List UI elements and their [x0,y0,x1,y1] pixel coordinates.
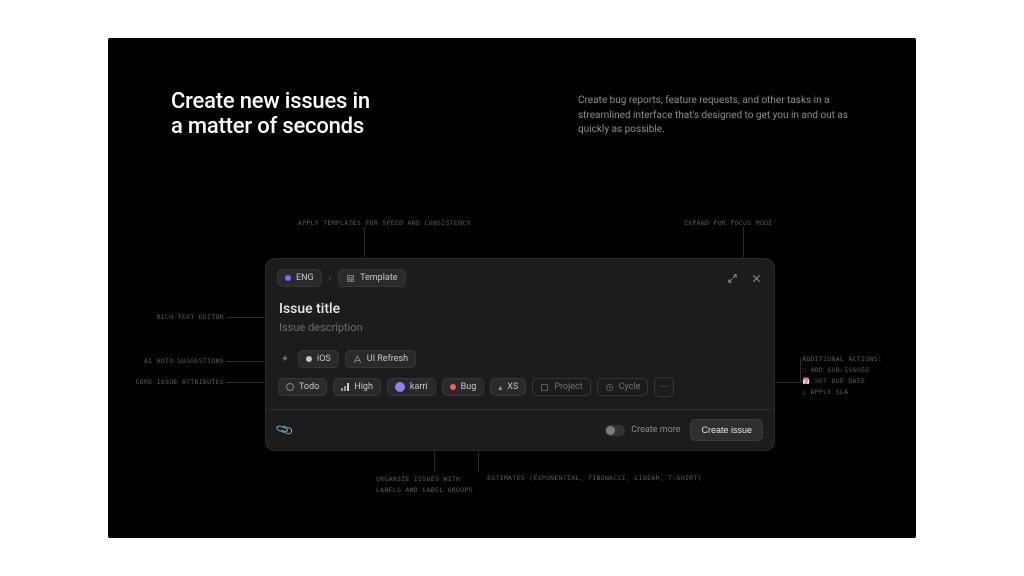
create-more-label: Create more [631,425,680,435]
modal-header: ENG › Template [277,269,763,287]
create-more-toggle[interactable]: Create more [605,425,680,436]
template-icon [346,274,355,283]
priority-chip[interactable]: High [333,378,381,396]
anno-additional-item: 📅 Set due date [802,376,882,387]
anno-templates: Apply templates for speed and consistenc… [298,219,471,227]
team-chip[interactable]: ENG [277,269,322,287]
team-color-dot [285,275,291,281]
suggestion-label: iOS [317,354,331,364]
project-chip[interactable]: Project [532,378,590,396]
cycle-icon [605,383,614,392]
suggestion-label: UI Refresh [367,354,408,364]
modal-footer: 📎 Create more Create issue [266,409,774,450]
anno-additional-title: Additional actions: [802,354,882,365]
suggestion-chip-ui-refresh[interactable]: UI Refresh [345,350,416,368]
template-label: Template [360,273,397,283]
anno-expand: Expand for focus mode [684,219,772,227]
close-icon[interactable] [749,271,763,285]
estimate-icon: ▴ [498,383,502,392]
expand-icon[interactable] [725,271,739,285]
ai-suggestion-row: ✦ iOS UI Refresh [278,350,763,368]
cycle-placeholder: Cycle [619,382,641,392]
page-stage: Create new issues in a matter of seconds… [108,38,916,538]
modal-window-actions [725,271,763,285]
template-chip[interactable]: Template [338,269,405,287]
anno-additional: Additional actions: ☐ Add sub-issues 📅 S… [802,354,882,398]
hero-headline-line2: a matter of seconds [171,114,370,139]
box-icon [540,383,549,392]
anno-labels: Organize issues with labels and label gr… [376,474,473,496]
project-placeholder: Project [554,382,582,392]
label-color-dot [450,384,456,390]
label-chip[interactable]: Bug [442,378,485,396]
hero-headline: Create new issues in a matter of seconds [171,89,370,140]
anno-additional-item: △ Apply SLA [802,387,882,398]
estimate-chip[interactable]: ▴ XS [490,378,526,396]
project-icon [353,355,362,364]
estimate-label: XS [507,382,518,392]
more-actions-button[interactable]: ⋯ [654,377,674,397]
anno-rich-text: Rich text editor [130,313,224,321]
suggestion-chip-ios[interactable]: iOS [298,350,339,368]
team-label: ENG [296,273,314,283]
hero-headline-line1: Create new issues in [171,89,370,114]
create-issue-modal: ENG › Template Issue title Issue descrip… [265,258,775,451]
hero-subhead: Create bug reports, feature requests, an… [578,94,868,138]
status-label: Todo [299,382,319,392]
anno-estimates: Estimates (exponential, Fibonacci, linea… [487,474,702,482]
connector [800,358,801,383]
ai-sparkle-icon[interactable]: ✦ [278,352,292,366]
avatar [395,382,405,392]
cycle-chip[interactable]: Cycle [597,378,649,396]
create-issue-button[interactable]: Create issue [690,419,763,441]
label-color-dot [306,356,312,362]
priority-label: High [354,382,373,392]
priority-icon [341,383,349,391]
label-text: Bug [461,382,477,392]
toggle-switch[interactable] [605,425,625,436]
attribute-row: Todo High karri Bug ▴ XS Project [278,377,763,397]
anno-additional-item: ☐ Add sub-issues [802,365,882,376]
issue-title-input[interactable]: Issue title [279,301,761,317]
issue-description-input[interactable]: Issue description [279,321,761,334]
status-chip[interactable]: Todo [278,378,327,396]
attachment-icon[interactable]: 📎 [275,420,295,440]
anno-core: Core issue attributes [130,378,224,386]
assignee-chip[interactable]: karri [387,378,436,396]
status-icon [286,383,294,391]
anno-ai: AI auto-suggestions [130,357,224,365]
assignee-label: karri [410,382,428,392]
breadcrumb-chevron-icon: › [328,274,332,283]
